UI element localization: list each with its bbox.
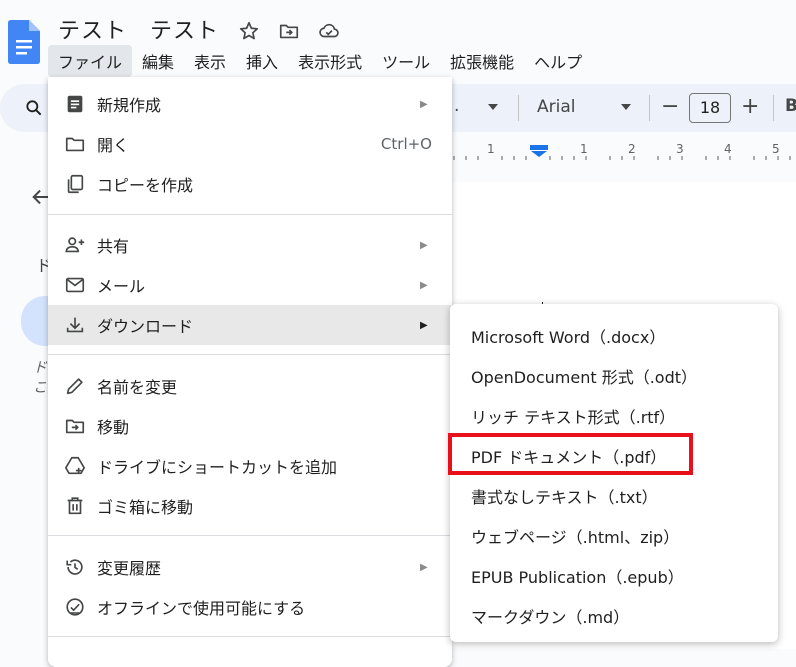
star-icon[interactable] bbox=[238, 20, 260, 42]
file-menu-email[interactable]: メール ▶ bbox=[48, 265, 452, 305]
file-menu-label: 開く bbox=[97, 136, 130, 155]
menu-divider bbox=[48, 214, 452, 215]
outline-hint-line: こ bbox=[33, 380, 47, 396]
file-menu-rename[interactable]: 名前を変更 bbox=[48, 366, 452, 406]
font-size-input[interactable]: 18 bbox=[689, 93, 731, 123]
font-select[interactable]: Arial bbox=[537, 97, 575, 117]
font-dropdown-arrow-icon[interactable] bbox=[620, 103, 632, 111]
file-menu-label: ゴミ箱に移動 bbox=[97, 498, 194, 517]
style-dropdown-arrow-icon[interactable] bbox=[487, 103, 499, 111]
file-menu-label: 変更履歴 bbox=[97, 559, 162, 578]
ruler-label: 1 bbox=[487, 142, 495, 156]
menu-file[interactable]: ファイル bbox=[48, 45, 133, 77]
download-icon bbox=[66, 317, 84, 333]
search-icon[interactable] bbox=[24, 98, 44, 118]
menu-divider bbox=[48, 354, 452, 355]
file-menu-label: 新規作成 bbox=[97, 96, 162, 115]
file-menu-label: オフラインで使用可能にする bbox=[97, 599, 306, 618]
ruler-label: 3 bbox=[676, 142, 684, 156]
pencil-icon bbox=[66, 378, 83, 395]
bold-button[interactable]: B bbox=[785, 96, 796, 116]
ruler-label: 5 bbox=[772, 142, 780, 156]
file-menu-share[interactable]: 共有 ▶ bbox=[48, 225, 452, 265]
toolbar-divider bbox=[518, 95, 519, 121]
file-menu-add-shortcut[interactable]: ドライブにショートカットを追加 bbox=[48, 446, 452, 486]
file-menu-label: ダウンロード bbox=[97, 317, 194, 336]
file-menu: 新規作成 ▶ 開く Ctrl+O コピーを作成 共有 ▶ メール ▶ ダウンロー… bbox=[48, 77, 452, 667]
submenu-arrow-icon: ▶ bbox=[420, 561, 428, 573]
file-menu-label: 名前を変更 bbox=[97, 378, 178, 397]
ruler-label: 4 bbox=[724, 142, 732, 156]
submenu-arrow-icon: ▶ bbox=[420, 319, 428, 331]
shortcut-text: Ctrl+O bbox=[380, 135, 432, 153]
decrease-font-size-button[interactable]: − bbox=[661, 94, 679, 119]
file-menu-version-history[interactable]: 変更履歴 ▶ bbox=[48, 547, 452, 587]
folder-move-icon bbox=[65, 419, 85, 434]
menu-view[interactable]: 表示 bbox=[184, 45, 236, 77]
menu-tools[interactable]: ツール bbox=[372, 45, 440, 77]
download-epub[interactable]: EPUB Publication（.epub） bbox=[471, 564, 684, 588]
toolbar-divider bbox=[649, 95, 650, 121]
menu-divider bbox=[48, 636, 452, 637]
file-menu-make-copy[interactable]: コピーを作成 bbox=[48, 164, 452, 204]
download-odt[interactable]: OpenDocument 形式（.odt） bbox=[471, 364, 697, 388]
file-menu-offline[interactable]: オフラインで使用可能にする bbox=[48, 587, 452, 627]
document-icon bbox=[67, 95, 83, 113]
ruler-label: 2 bbox=[628, 142, 636, 156]
menu-divider bbox=[48, 535, 452, 536]
file-menu-label: メール bbox=[97, 277, 146, 296]
move-folder-icon[interactable] bbox=[278, 20, 300, 42]
mail-icon bbox=[65, 277, 85, 293]
style-select-partial[interactable]: . bbox=[454, 96, 459, 116]
file-menu-download[interactable]: ダウンロード ▶ bbox=[48, 305, 452, 345]
file-menu-label: ドライブにショートカットを追加 bbox=[97, 458, 338, 477]
download-docx[interactable]: Microsoft Word（.docx） bbox=[471, 324, 665, 348]
file-menu-trash[interactable]: ゴミ箱に移動 bbox=[48, 486, 452, 526]
cloud-saved-icon[interactable] bbox=[318, 20, 340, 42]
menu-help[interactable]: ヘルプ bbox=[524, 45, 592, 77]
offline-check-icon bbox=[66, 598, 84, 616]
submenu-arrow-icon: ▶ bbox=[420, 239, 428, 251]
menu-insert[interactable]: 挿入 bbox=[236, 45, 288, 77]
file-menu-new[interactable]: 新規作成 ▶ bbox=[48, 84, 452, 124]
download-md[interactable]: マークダウン（.md） bbox=[471, 604, 629, 628]
toolbar-divider bbox=[773, 95, 774, 121]
file-menu-label: コピーを作成 bbox=[97, 176, 194, 195]
ruler[interactable] bbox=[450, 140, 796, 164]
menu-edit[interactable]: 編集 bbox=[132, 45, 184, 77]
submenu-arrow-icon: ▶ bbox=[420, 279, 428, 291]
drive-shortcut-icon bbox=[65, 456, 85, 475]
person-add-icon bbox=[65, 237, 85, 253]
trash-icon bbox=[67, 497, 83, 515]
ruler-label: 1 bbox=[580, 142, 588, 156]
history-icon bbox=[66, 559, 83, 575]
pdf-highlight-box bbox=[448, 433, 693, 475]
folder-open-icon bbox=[65, 137, 85, 152]
menu-format[interactable]: 表示形式 bbox=[288, 45, 372, 77]
submenu-arrow-icon: ▶ bbox=[420, 98, 428, 110]
download-html-zip[interactable]: ウェブページ（.html、zip） bbox=[471, 524, 679, 548]
file-menu-label: 移動 bbox=[97, 418, 130, 437]
file-menu-move[interactable]: 移動 bbox=[48, 406, 452, 446]
copy-icon bbox=[67, 174, 84, 194]
download-txt[interactable]: 書式なしテキスト（.txt） bbox=[471, 484, 658, 508]
download-rtf[interactable]: リッチ テキスト形式（.rtf） bbox=[471, 404, 675, 428]
document-title[interactable]: テスト テスト bbox=[58, 13, 219, 45]
outline-hint-line: ド bbox=[33, 360, 47, 376]
docs-logo-icon[interactable] bbox=[8, 20, 40, 64]
increase-font-size-button[interactable]: + bbox=[741, 94, 759, 119]
menu-bar: ファイル 編集 表示 挿入 表示形式 ツール 拡張機能 ヘルプ bbox=[48, 44, 592, 78]
file-menu-label: 共有 bbox=[97, 237, 130, 256]
file-menu-open[interactable]: 開く Ctrl+O bbox=[48, 124, 452, 164]
menu-extensions[interactable]: 拡張機能 bbox=[440, 45, 524, 77]
